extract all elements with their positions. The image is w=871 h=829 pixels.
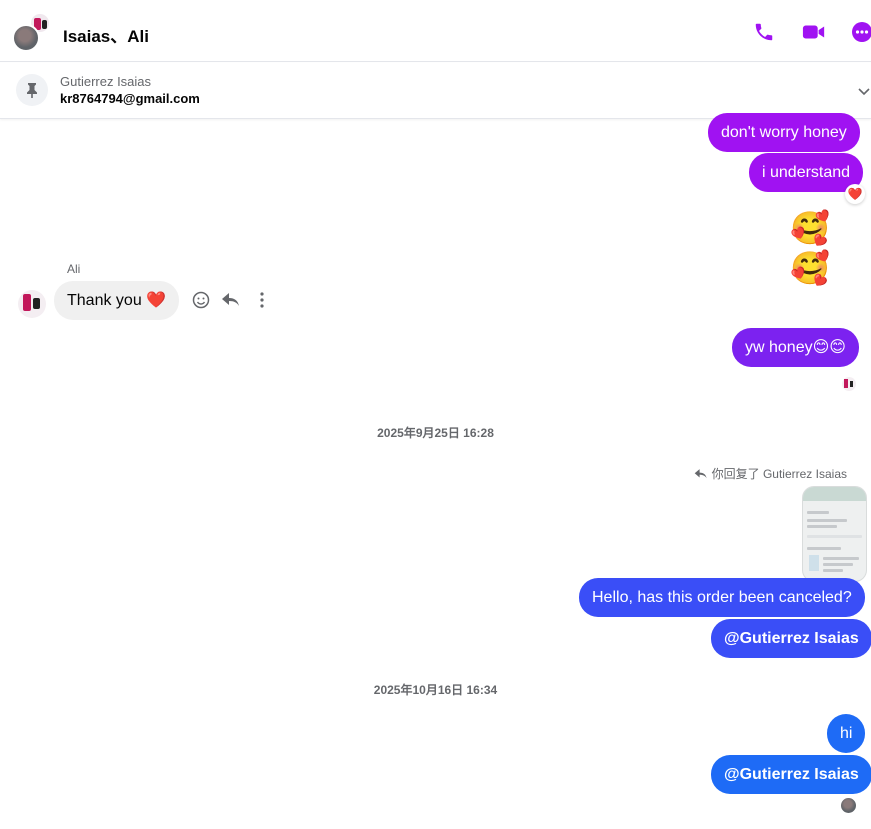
read-receipt-avatar xyxy=(842,377,856,391)
phone-call-button[interactable] xyxy=(752,20,776,44)
read-receipt-avatar xyxy=(841,798,856,813)
mention-message[interactable]: @Gutierrez Isaias xyxy=(711,619,871,658)
pinned-sender-name: Gutierrez Isaias xyxy=(60,74,152,89)
mention-message[interactable]: @Gutierrez Isaias xyxy=(711,755,871,794)
avatar-ali-small[interactable] xyxy=(18,290,46,318)
sender-name: Ali xyxy=(67,262,81,276)
vertical-dots-icon xyxy=(260,292,264,308)
more-actions-button[interactable] xyxy=(252,290,272,310)
message-bubble-outgoing[interactable]: yw honey😊😊 xyxy=(732,328,859,367)
message-bubble-outgoing[interactable]: hi xyxy=(827,714,866,753)
pinned-message-text: kr8764794@gmail.com xyxy=(60,91,200,106)
more-icon xyxy=(852,22,871,42)
chat-title[interactable]: Isaias、Ali xyxy=(63,22,149,47)
timestamp-divider: 2025年9月25日 16:28 xyxy=(377,426,494,440)
message-bubble-outgoing[interactable]: i understand xyxy=(749,153,864,192)
replied-image-thumbnail[interactable] xyxy=(802,486,867,582)
smiley-icon xyxy=(192,291,210,309)
more-options-button[interactable] xyxy=(850,20,871,44)
message-bubble-outgoing[interactable]: Hello, has this order been canceled? xyxy=(579,578,865,617)
pin-button[interactable] xyxy=(16,74,48,106)
message-bubble-outgoing[interactable]: don't worry honey xyxy=(708,113,860,152)
group-avatar[interactable] xyxy=(12,12,56,52)
pinned-message-bar[interactable]: Gutierrez Isaias kr8764794@gmail.com xyxy=(0,63,871,119)
reaction-heart[interactable]: ❤️ xyxy=(845,184,865,204)
phone-icon xyxy=(755,23,773,41)
chevron-down-icon xyxy=(858,88,870,96)
reply-indicator-text: 你回复了 Gutierrez Isaias xyxy=(711,467,847,481)
pin-icon xyxy=(27,83,37,98)
heart-icon: ❤️ xyxy=(847,187,863,201)
reply-indicator: 你回复了 Gutierrez Isaias xyxy=(694,465,847,482)
expand-pinned-button[interactable] xyxy=(858,83,870,101)
video-call-button[interactable] xyxy=(802,20,826,44)
react-button[interactable] xyxy=(191,290,211,310)
message-bubble-incoming[interactable]: Thank you ❤️ xyxy=(54,281,180,320)
emoji-message[interactable]: 🥰🥰 xyxy=(790,208,871,288)
chat-header: Isaias、Ali xyxy=(0,0,871,62)
timestamp-divider: 2025年10月16日 16:34 xyxy=(373,683,498,697)
reply-button[interactable] xyxy=(221,290,241,310)
reply-icon xyxy=(694,468,707,478)
video-icon xyxy=(802,25,825,39)
avatar-isaias xyxy=(12,24,40,52)
reply-icon xyxy=(222,293,239,306)
